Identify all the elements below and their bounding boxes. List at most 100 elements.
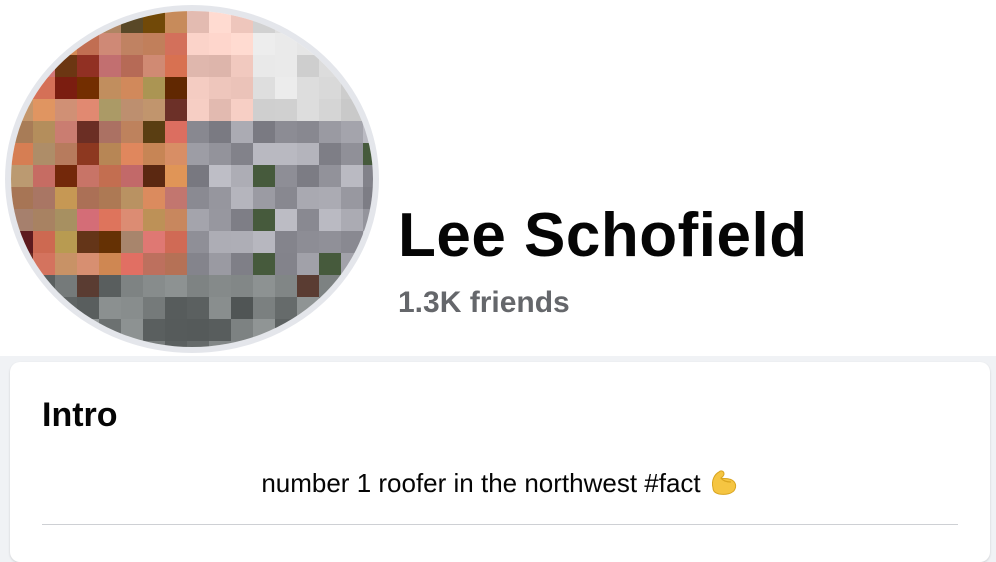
avatar-pixel	[297, 341, 319, 347]
avatar-pixel	[253, 165, 275, 187]
avatar-pixel	[231, 253, 253, 275]
avatar-pixel	[77, 275, 99, 297]
avatar-pixel	[231, 77, 253, 99]
avatar-pixel	[99, 209, 121, 231]
avatar-pixel	[253, 319, 275, 341]
avatar-pixel	[143, 11, 165, 33]
flexed-biceps-icon	[707, 466, 739, 503]
avatar-pixel	[297, 275, 319, 297]
avatar-pixel	[121, 319, 143, 341]
avatar-pixel	[33, 341, 55, 347]
profile-name[interactable]: Lee Schofield	[398, 200, 808, 271]
avatar-pixel	[187, 253, 209, 275]
avatar-pixel	[121, 165, 143, 187]
avatar-pixel	[297, 55, 319, 77]
avatar-pixel	[231, 297, 253, 319]
avatar-pixel	[99, 165, 121, 187]
avatar-pixel	[99, 187, 121, 209]
avatar-pixel	[341, 11, 363, 33]
avatar-pixel	[11, 319, 33, 341]
avatar-pixel	[33, 121, 55, 143]
avatar-pixel	[165, 231, 187, 253]
avatar-pixel	[275, 33, 297, 55]
avatar-pixel	[275, 99, 297, 121]
avatar-pixel	[253, 275, 275, 297]
avatar-pixel	[341, 253, 363, 275]
avatar-pixel	[165, 341, 187, 347]
avatar[interactable]	[5, 5, 379, 353]
avatar-pixel	[209, 143, 231, 165]
avatar-pixel	[275, 319, 297, 341]
avatar-pixel	[297, 297, 319, 319]
avatar-pixel	[253, 253, 275, 275]
avatar-pixel	[231, 187, 253, 209]
avatar-pixel	[319, 55, 341, 77]
avatar-pixel	[341, 143, 363, 165]
avatar-pixel	[55, 165, 77, 187]
avatar-pixel	[319, 209, 341, 231]
avatar-pixel	[33, 143, 55, 165]
avatar-pixel	[121, 99, 143, 121]
avatar-pixel	[99, 121, 121, 143]
avatar-pixel	[231, 55, 253, 77]
avatar-pixel	[165, 55, 187, 77]
avatar-pixel	[253, 11, 275, 33]
avatar-pixel	[341, 275, 363, 297]
avatar-pixel	[55, 253, 77, 275]
avatar-pixel	[33, 165, 55, 187]
avatar-pixel	[55, 143, 77, 165]
profile-photo[interactable]	[11, 11, 373, 347]
avatar-pixel	[77, 55, 99, 77]
avatar-pixel	[11, 341, 33, 347]
avatar-pixel	[55, 297, 77, 319]
avatar-pixel	[11, 253, 33, 275]
avatar-pixel	[341, 297, 363, 319]
avatar-pixel	[319, 231, 341, 253]
avatar-pixel	[143, 297, 165, 319]
avatar-pixel	[275, 143, 297, 165]
avatar-pixel	[187, 11, 209, 33]
intro-card: Intro number 1 roofer in the northwest #…	[10, 362, 990, 562]
avatar-pixel	[11, 275, 33, 297]
avatar-pixel	[363, 55, 373, 77]
avatar-pixel	[33, 231, 55, 253]
avatar-pixel	[99, 33, 121, 55]
avatar-pixel	[319, 187, 341, 209]
avatar-pixel	[363, 341, 373, 347]
pixelated-photo-icon	[11, 11, 373, 347]
avatar-pixel	[121, 143, 143, 165]
profile-header: Lee Schofield 1.3K friends	[0, 0, 996, 356]
avatar-pixel	[143, 209, 165, 231]
avatar-pixel	[165, 319, 187, 341]
avatar-pixel	[319, 319, 341, 341]
avatar-pixel	[143, 99, 165, 121]
avatar-pixel	[319, 143, 341, 165]
avatar-pixel	[143, 143, 165, 165]
avatar-pixel	[33, 209, 55, 231]
avatar-pixel	[363, 297, 373, 319]
avatar-pixel	[121, 341, 143, 347]
avatar-pixel	[77, 11, 99, 33]
avatar-pixel	[341, 99, 363, 121]
avatar-pixel	[11, 297, 33, 319]
avatar-pixel	[165, 253, 187, 275]
avatar-pixel	[11, 231, 33, 253]
avatar-pixel	[253, 33, 275, 55]
avatar-pixel	[165, 275, 187, 297]
avatar-pixel	[55, 231, 77, 253]
avatar-pixel	[55, 99, 77, 121]
avatar-pixel	[363, 121, 373, 143]
avatar-pixel	[99, 99, 121, 121]
avatar-pixel	[363, 209, 373, 231]
avatar-pixel	[231, 11, 253, 33]
avatar-pixel	[209, 99, 231, 121]
friends-count[interactable]: 1.3K friends	[398, 286, 570, 320]
avatar-pixel	[77, 77, 99, 99]
avatar-pixel	[143, 231, 165, 253]
avatar-pixel	[341, 209, 363, 231]
avatar-pixel	[231, 33, 253, 55]
avatar-pixel	[11, 165, 33, 187]
avatar-pixel	[209, 55, 231, 77]
avatar-pixel	[11, 99, 33, 121]
avatar-pixel	[187, 99, 209, 121]
